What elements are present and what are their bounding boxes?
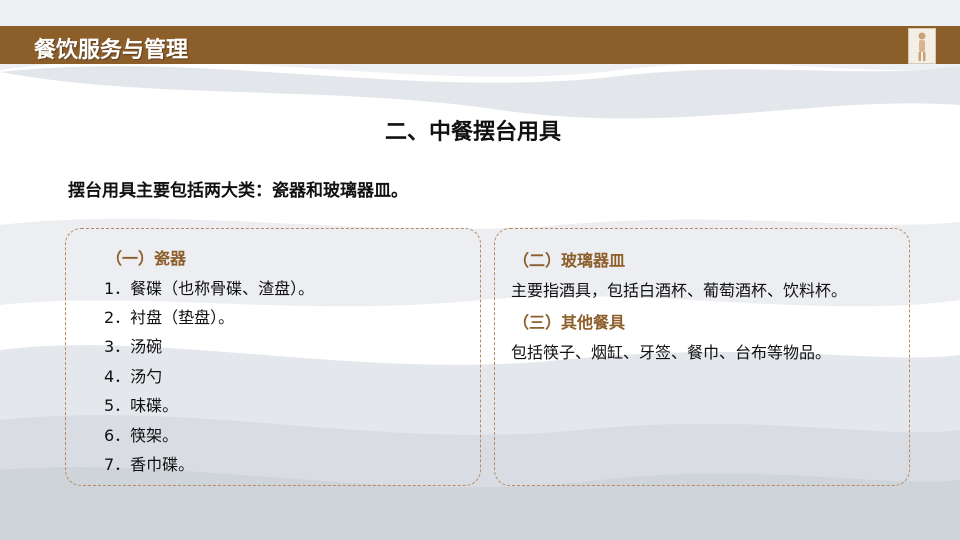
- intro-text: 摆台用具主要包括两大类：瓷器和玻璃器皿。: [68, 181, 408, 201]
- header-bar: 餐饮服务与管理: [0, 26, 960, 64]
- porcelain-heading: （一）瓷器: [106, 249, 187, 268]
- decorative-figure-icon: [908, 28, 936, 64]
- list-item: 7．香巾碟。: [104, 455, 195, 474]
- list-item: 6．筷架。: [104, 426, 179, 445]
- glassware-heading: （二）玻璃器皿: [513, 251, 626, 270]
- slide-title: 二、中餐摆台用具: [384, 120, 561, 145]
- course-title: 餐饮服务与管理: [34, 38, 189, 63]
- other-tableware-heading: （三）其他餐具: [513, 313, 626, 332]
- glass-and-other-panel: （二）玻璃器皿 主要指酒具，包括白酒杯、葡萄酒杯、饮料杯。 （三）其他餐具 包括…: [494, 228, 910, 486]
- glassware-text: 主要指酒具，包括白酒杯、葡萄酒杯、饮料杯。: [511, 281, 848, 300]
- other-tableware-text: 包括筷子、烟缸、牙签、餐巾、台布等物品。: [511, 343, 832, 362]
- list-item: 2．衬盘（垫盘）。: [104, 308, 235, 327]
- list-item: 5．味碟。: [104, 396, 179, 415]
- list-item: 1．餐碟（也称骨碟、渣盘）。: [104, 279, 315, 298]
- porcelain-panel: （一）瓷器 1．餐碟（也称骨碟、渣盘）。 2．衬盘（垫盘）。 3．汤碗 4．汤勺…: [65, 228, 481, 486]
- list-item: 3．汤碗: [104, 337, 163, 356]
- list-item: 4．汤勺: [104, 367, 163, 386]
